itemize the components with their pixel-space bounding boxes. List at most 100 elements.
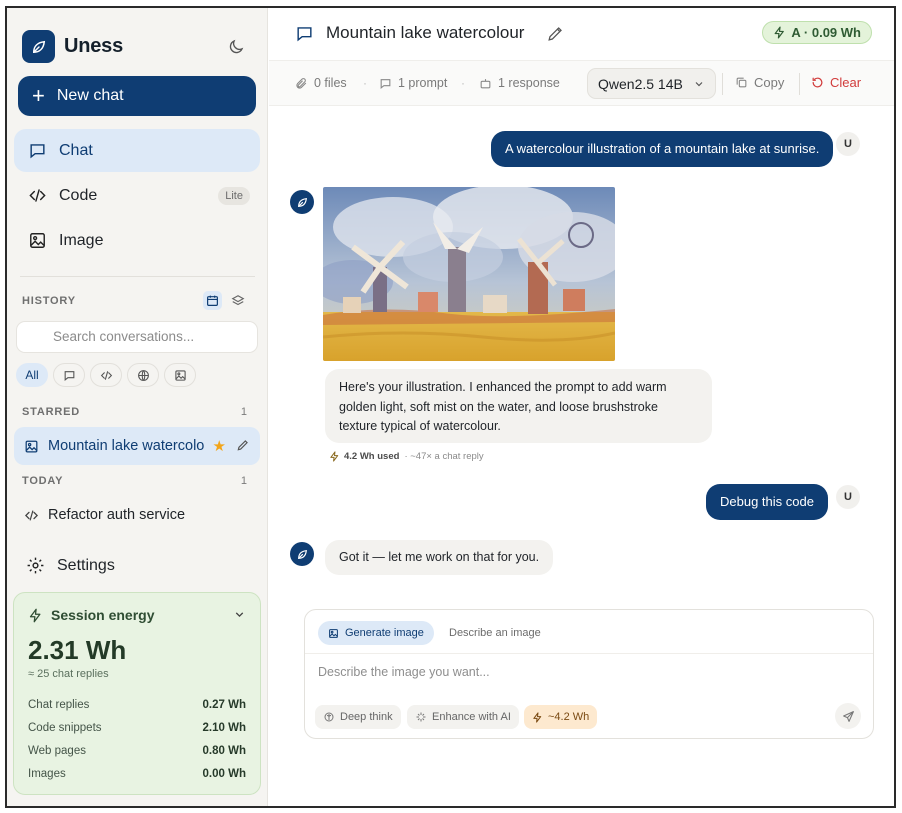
energy-row-label: Chat replies <box>28 699 90 711</box>
prompt-input[interactable] <box>318 660 858 684</box>
history-view-toggle <box>203 291 247 310</box>
chevron-down-icon[interactable] <box>233 608 246 626</box>
responses-stat: 1 response <box>479 76 560 90</box>
nav-item-code[interactable]: Code Lite <box>14 174 260 217</box>
composer-divider <box>305 653 873 654</box>
conversation-item[interactable]: Refactor auth service <box>14 496 260 534</box>
star-icon[interactable]: ★ <box>213 437 226 455</box>
image-icon <box>174 369 186 381</box>
history-filters: All <box>16 363 196 387</box>
sidebar: Uness + New chat Chat Code Lite Image HI… <box>7 8 268 806</box>
conversation-header: Mountain lake watercolour A · 0.09 Wh <box>269 8 894 60</box>
image-icon <box>328 628 339 639</box>
user-message: Debug this code <box>706 484 828 520</box>
energy-cost-label: ~4.2 Wh <box>548 711 590 723</box>
model-name: Qwen2.5 14B <box>598 75 683 92</box>
filter-code[interactable] <box>90 363 122 387</box>
brain-icon <box>323 711 335 723</box>
settings-button[interactable]: Settings <box>26 556 115 575</box>
filter-image[interactable] <box>164 363 196 387</box>
toolbar-divider <box>799 73 800 95</box>
calendar-icon[interactable] <box>203 291 222 310</box>
files-count: 0 files <box>314 76 347 90</box>
energy-cost-chip: ~4.2 Wh <box>524 705 598 729</box>
nav-item-label: Code <box>59 186 98 204</box>
toolbar-divider <box>722 73 723 95</box>
globe-icon <box>137 369 149 381</box>
session-energy-title: Session energy <box>51 607 155 623</box>
conversation-title: Mountain lake watercolour <box>326 23 525 42</box>
chat-main: Mountain lake watercolour A · 0.09 Wh 0 … <box>269 8 894 806</box>
starred-label: STARRED <box>22 406 80 418</box>
clear-button[interactable]: Clear <box>811 75 861 90</box>
energy-row: Web pages 0.80 Wh <box>28 745 246 757</box>
send-button[interactable] <box>835 703 861 729</box>
energy-row-label: Code snippets <box>28 722 102 734</box>
today-label: TODAY <box>22 475 64 487</box>
layers-icon[interactable] <box>228 291 247 310</box>
brand[interactable]: Uness <box>22 30 123 63</box>
leaf-icon <box>297 549 307 559</box>
enhance-button[interactable]: Enhance with AI <box>407 705 519 729</box>
paperclip-icon <box>295 77 308 90</box>
code-icon <box>100 370 112 380</box>
filter-all[interactable]: All <box>16 363 48 387</box>
leaf-icon <box>297 197 307 207</box>
assistant-avatar <box>290 542 314 566</box>
energy-badge-label: A · 0.09 Wh <box>791 25 861 40</box>
image-icon <box>23 438 39 454</box>
nav-item-chat[interactable]: Chat <box>14 129 260 172</box>
conversation-title: Refactor auth service <box>48 507 186 523</box>
deep-think-label: Deep think <box>340 711 393 723</box>
bolt-icon <box>532 711 543 723</box>
conversation-item[interactable]: Mountain lake watercolo ★ <box>14 427 260 465</box>
energy-grade-badge: A · 0.09 Wh <box>762 21 872 44</box>
code-icon <box>23 507 39 523</box>
new-chat-button[interactable]: + New chat <box>18 76 256 116</box>
chat-icon <box>379 77 392 90</box>
energy-row-value: 2.10 Wh <box>202 722 246 734</box>
session-energy-header[interactable]: Session energy <box>28 607 155 623</box>
user-avatar: U <box>836 485 860 509</box>
copy-label: Copy <box>754 75 785 90</box>
sparkle-icon <box>415 711 427 723</box>
session-energy-panel: Session energy 2.31 Wh ≈ 25 chat replies… <box>13 592 261 795</box>
assistant-message: Got it — let me work on that for you. <box>325 540 554 575</box>
moon-icon[interactable] <box>225 36 247 58</box>
brand-name: Uness <box>64 35 124 57</box>
gear-icon <box>26 556 45 575</box>
copy-button[interactable]: Copy <box>735 75 784 90</box>
deep-think-button[interactable]: Deep think <box>315 705 401 729</box>
search-input[interactable]: Search conversations... <box>16 321 258 353</box>
separator-dot: · <box>363 76 367 90</box>
separator-dot: · <box>461 76 465 90</box>
filter-web[interactable] <box>127 363 159 387</box>
filter-chat[interactable] <box>53 363 85 387</box>
nav-item-label: Image <box>59 231 104 249</box>
tab-generate-image[interactable]: Generate image <box>318 621 434 645</box>
energy-row: Chat replies 0.27 Wh <box>28 699 246 711</box>
tab-describe-image[interactable]: Describe an image <box>439 621 551 645</box>
leaf-icon <box>22 30 55 63</box>
pencil-icon[interactable] <box>546 24 565 48</box>
pencil-icon[interactable] <box>236 438 250 456</box>
refresh-icon <box>811 76 824 89</box>
chat-icon <box>64 370 74 381</box>
chat-icon <box>27 141 47 161</box>
energy-compare: · ~47× a chat reply <box>404 451 484 462</box>
generated-image[interactable] <box>323 187 615 361</box>
files-stat: 0 files <box>295 76 347 90</box>
model-select[interactable]: Qwen2.5 14B <box>587 68 716 99</box>
nav-item-image[interactable]: Image <box>14 219 260 262</box>
send-icon <box>842 710 854 722</box>
bolt-icon <box>329 451 340 462</box>
user-message: A watercolour illustration of a mountain… <box>491 131 834 167</box>
copy-icon <box>735 76 748 89</box>
responses-count: 1 response <box>498 76 560 90</box>
sidebar-divider <box>20 276 255 277</box>
enhance-label: Enhance with AI <box>432 711 511 723</box>
clear-label: Clear <box>830 75 862 90</box>
message-energy-meta: 4.2 Wh used · ~47× a chat reply <box>329 451 484 462</box>
energy-row-value: 0.27 Wh <box>202 699 246 711</box>
bolt-icon <box>773 26 786 39</box>
